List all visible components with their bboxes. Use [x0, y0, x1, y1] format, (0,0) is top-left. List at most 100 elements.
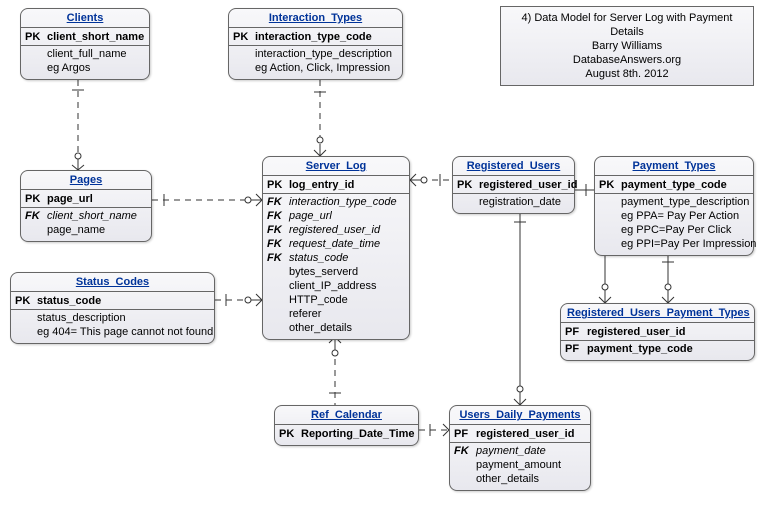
key-indicator: PF	[454, 427, 476, 441]
entity-users-daily-payments: Users_Daily_Payments PFregistered_user_i…	[449, 405, 591, 491]
key-indicator: PK	[15, 294, 37, 308]
key-indicator: PK	[457, 178, 479, 192]
field-row: payment_amount	[454, 458, 586, 472]
entity-title: Registered_Users	[453, 157, 574, 176]
field-row: PFpayment_type_code	[565, 342, 750, 356]
field-name: Reporting_Date_Time	[301, 427, 415, 441]
field-name: log_entry_id	[289, 178, 405, 192]
entity-registered-users: Registered_Users PKregistered_user_idreg…	[452, 156, 575, 214]
field-name: payment_type_description	[621, 195, 749, 209]
field-name: payment_type_code	[621, 178, 749, 192]
key-indicator	[267, 293, 289, 307]
field-name: eg Action, Click, Impression	[255, 61, 398, 75]
key-indicator	[599, 209, 621, 223]
field-name: registered_user_id	[587, 325, 750, 339]
entity-title: Users_Daily_Payments	[450, 406, 590, 425]
key-indicator: PK	[25, 30, 47, 44]
diagram-info-box: 4) Data Model for Server Log with Paymen…	[500, 6, 754, 86]
key-indicator: PK	[599, 178, 621, 192]
field-name: eg PPA= Pay Per Action	[621, 209, 749, 223]
key-indicator	[457, 195, 479, 209]
key-indicator: PF	[565, 342, 587, 356]
key-indicator	[599, 195, 621, 209]
field-row: PKlog_entry_id	[267, 178, 405, 192]
entity-status-codes: Status_Codes PKstatus_code status_descrip…	[10, 272, 215, 344]
field-row: referer	[267, 307, 405, 321]
key-indicator: PK	[25, 192, 47, 206]
field-row: FKpage_url	[267, 209, 405, 223]
entity-title: Server_Log	[263, 157, 409, 176]
field-row: page_name	[25, 223, 147, 237]
field-name: eg Argos	[47, 61, 145, 75]
field-row: FKclient_short_name	[25, 209, 147, 223]
key-indicator: FK	[25, 209, 47, 223]
field-row: interaction_type_description	[233, 47, 398, 61]
field-name: interaction_type_code	[255, 30, 398, 44]
entity-title: Interaction_Types	[229, 9, 402, 28]
field-name: interaction_type_code	[289, 195, 405, 209]
field-row: bytes_serverd	[267, 265, 405, 279]
key-indicator: PF	[565, 325, 587, 339]
key-indicator: FK	[267, 209, 289, 223]
field-name: eg PPC=Pay Per Click	[621, 223, 749, 237]
key-indicator	[25, 61, 47, 75]
field-name: payment_amount	[476, 458, 586, 472]
field-row: FKinteraction_type_code	[267, 195, 405, 209]
field-name: page_name	[47, 223, 147, 237]
field-row: HTTP_code	[267, 293, 405, 307]
field-row: PKstatus_code	[15, 294, 210, 308]
field-name: registered_user_id	[476, 427, 586, 441]
entity-title: Pages	[21, 171, 151, 190]
field-name: payment_type_code	[587, 342, 750, 356]
key-indicator	[25, 47, 47, 61]
key-indicator: FK	[454, 444, 476, 458]
field-name: HTTP_code	[289, 293, 405, 307]
field-row: FKstatus_code	[267, 251, 405, 265]
key-indicator	[267, 279, 289, 293]
field-row: client_IP_address	[267, 279, 405, 293]
key-indicator	[233, 61, 255, 75]
field-row: eg PPC=Pay Per Click	[599, 223, 749, 237]
field-name: client_short_name	[47, 30, 145, 44]
entity-ref-calendar: Ref_Calendar PKReporting_Date_Time	[274, 405, 419, 446]
field-name: eg PPI=Pay Per Impression	[621, 237, 756, 251]
key-indicator	[599, 237, 621, 251]
field-row: PFregistered_user_id	[454, 427, 586, 441]
key-indicator	[267, 321, 289, 335]
entity-clients: Clients PKclient_short_nameclient_full_n…	[20, 8, 150, 80]
field-row: eg Argos	[25, 61, 145, 75]
key-indicator: PK	[279, 427, 301, 441]
field-name: client_IP_address	[289, 279, 405, 293]
field-row: registration_date	[457, 195, 570, 209]
key-indicator	[454, 472, 476, 486]
field-row: PKinteraction_type_code	[233, 30, 398, 44]
key-indicator	[15, 311, 37, 325]
key-indicator	[233, 47, 255, 61]
field-row: other_details	[454, 472, 586, 486]
entity-title: Ref_Calendar	[275, 406, 418, 425]
key-indicator	[25, 223, 47, 237]
field-name: registered_user_id	[289, 223, 405, 237]
info-title: 4) Data Model for Server Log with Paymen…	[509, 11, 745, 39]
entity-title: Status_Codes	[11, 273, 214, 292]
field-row: PKReporting_Date_Time	[279, 427, 414, 441]
field-name: client_full_name	[47, 47, 145, 61]
entity-interaction-types: Interaction_Types PKinteraction_type_cod…	[228, 8, 403, 80]
field-name: payment_date	[476, 444, 586, 458]
field-row: PKpayment_type_code	[599, 178, 749, 192]
entity-title: Payment_Types	[595, 157, 753, 176]
entity-payment-types: Payment_Types PKpayment_type_codepayment…	[594, 156, 754, 256]
field-row: eg 404= This page cannot not found	[15, 325, 210, 339]
key-indicator	[15, 325, 37, 339]
field-name: status_description	[37, 311, 210, 325]
field-name: referer	[289, 307, 405, 321]
key-indicator: FK	[267, 237, 289, 251]
field-name: registered_user_id	[479, 178, 577, 192]
entity-pages: Pages PKpage_url FKclient_short_namepage_…	[20, 170, 152, 242]
field-name: registration_date	[479, 195, 570, 209]
field-name: status_code	[37, 294, 210, 308]
field-row: PKpage_url	[25, 192, 147, 206]
entity-title: Registered_Users_Payment_Types	[561, 304, 754, 323]
key-indicator	[267, 307, 289, 321]
field-row: PKregistered_user_id	[457, 178, 570, 192]
